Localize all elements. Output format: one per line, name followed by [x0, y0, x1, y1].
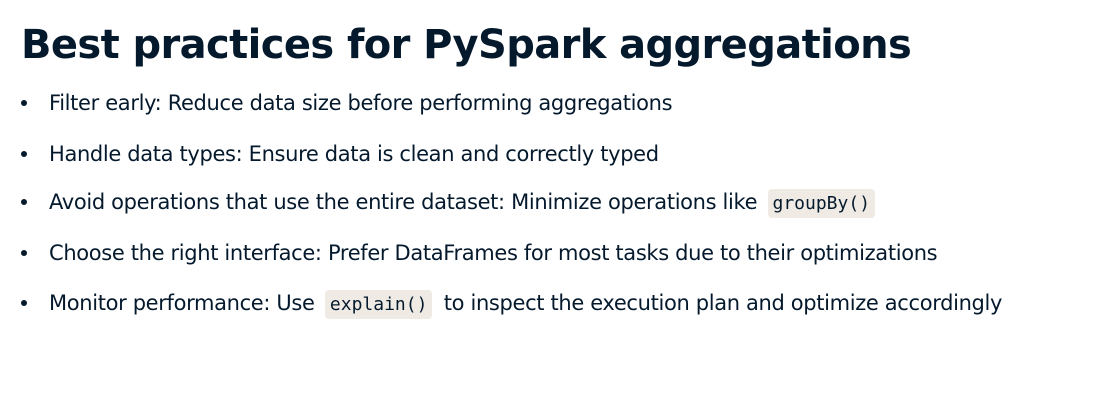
bullet-item-choose-interface: Choose the right interface: Prefer DataF…: [21, 233, 1081, 273]
slide: Best practices for PySpark aggregations …: [0, 0, 1093, 402]
inline-code-groupby: groupBy(): [767, 189, 876, 218]
bullet-item-filter-early: Filter early: Reduce data size before pe…: [21, 83, 1081, 123]
bullet-dot-icon: [21, 300, 27, 306]
bullet-dot-icon: [21, 199, 27, 205]
bullet-text: Avoid operations that use the entire dat…: [49, 182, 1081, 224]
bullet-text: Monitor performance: Use explain() to in…: [49, 283, 1004, 325]
bullet-dot-icon: [21, 151, 27, 157]
bullet-item-handle-data-types: Handle data types: Ensure data is clean …: [21, 134, 1081, 174]
bullet-text: Filter early: Reduce data size before pe…: [49, 91, 673, 115]
bullet-text-before: Avoid operations that use the entire dat…: [49, 190, 758, 214]
inline-code-explain: explain(): [324, 290, 433, 319]
bullet-text-before: Monitor performance: Use: [49, 291, 315, 315]
bullet-item-monitor-performance: Monitor performance: Use explain() to in…: [21, 283, 1081, 325]
bullet-item-avoid-operations: Avoid operations that use the entire dat…: [21, 182, 1081, 224]
bullet-text: Choose the right interface: Prefer DataF…: [49, 241, 938, 265]
bullet-text: Handle data types: Ensure data is clean …: [49, 142, 659, 166]
bullet-dot-icon: [21, 100, 27, 106]
bullet-dot-icon: [21, 250, 27, 256]
slide-title: Best practices for PySpark aggregations: [21, 22, 912, 68]
bullet-text-after: to inspect the execution plan and optimi…: [443, 291, 1003, 315]
